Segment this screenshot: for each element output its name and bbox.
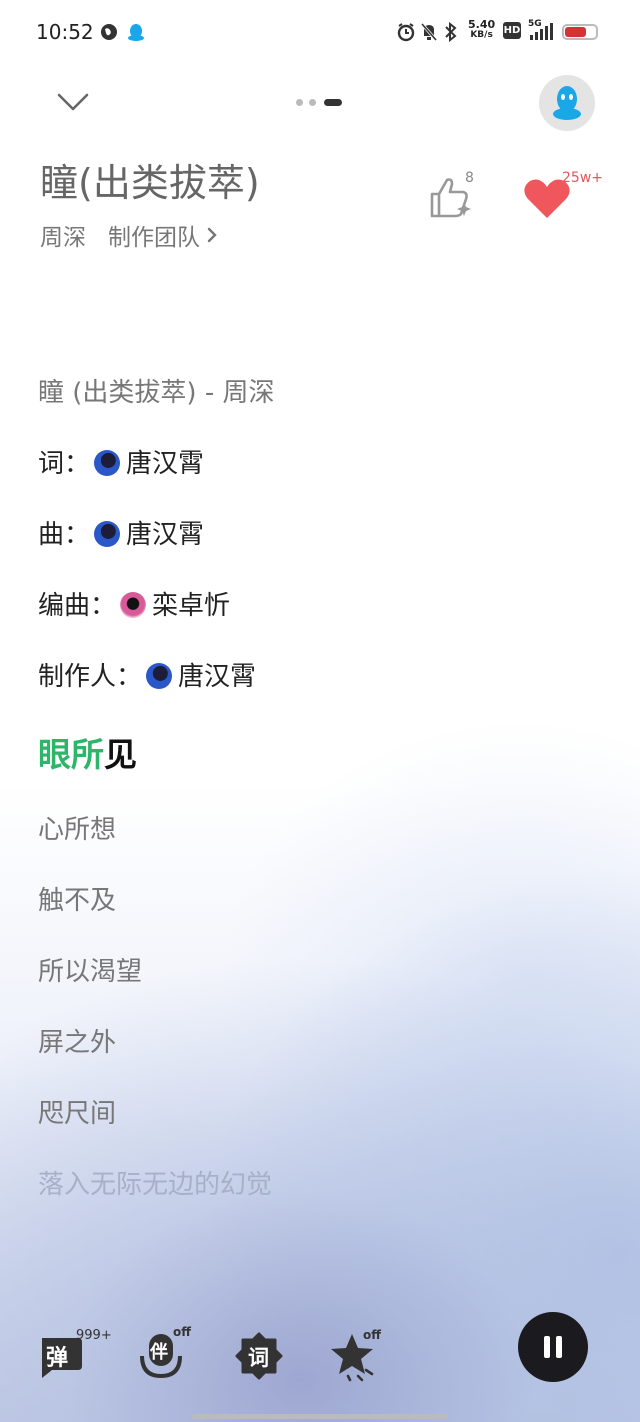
page-dot bbox=[296, 99, 303, 106]
lyric-line: 所以渴望 bbox=[38, 957, 143, 987]
current-lyric-line: 眼所见 bbox=[38, 728, 137, 776]
lyrics-tool-label: 词 bbox=[248, 1346, 269, 1370]
qq-avatar-button[interactable] bbox=[539, 75, 595, 131]
chevron-down-icon[interactable] bbox=[56, 88, 90, 116]
credit-label: 编曲： bbox=[38, 591, 117, 621]
credit-arranger: 编曲： 栾卓忻 bbox=[38, 585, 230, 622]
artist-row: 周深 制作团队 bbox=[40, 218, 218, 252]
battery-icon bbox=[562, 24, 598, 40]
network-speed-value: 5.40 bbox=[468, 18, 496, 31]
credit-lyricist: 词： 唐汉霄 bbox=[38, 443, 204, 480]
accompany-label: 伴 bbox=[150, 1342, 168, 1363]
lyric-line: 触不及 bbox=[38, 886, 117, 916]
credit-label: 制作人： bbox=[38, 662, 143, 692]
qq-penguin-icon bbox=[128, 24, 144, 41]
mute-bell-icon bbox=[420, 23, 438, 41]
lyric-line: 屏之外 bbox=[38, 1028, 117, 1058]
song-title: 瞳(出类拔萃) bbox=[40, 161, 260, 205]
network-speed-unit: KB/s bbox=[470, 30, 493, 40]
credit-label: 曲： bbox=[38, 520, 91, 550]
credit-name[interactable]: 唐汉霄 bbox=[126, 520, 204, 550]
credit-avatar[interactable] bbox=[146, 663, 173, 689]
favorite-count: 25w+ bbox=[562, 170, 603, 186]
page-dot bbox=[309, 99, 316, 106]
bluetooth-icon bbox=[445, 22, 457, 42]
pause-icon-bar bbox=[556, 1336, 562, 1358]
hd-badge: HD bbox=[503, 22, 521, 39]
page-indicator[interactable] bbox=[296, 99, 346, 107]
credit-label: 词： bbox=[38, 449, 91, 479]
pause-button[interactable] bbox=[518, 1312, 588, 1382]
credit-producer: 制作人： 唐汉霄 bbox=[38, 656, 256, 693]
status-bar: 10:52 5.40 KB/s HD 5G bbox=[0, 0, 640, 64]
battery-fill bbox=[565, 27, 586, 37]
accompany-button[interactable]: 伴 bbox=[138, 1332, 186, 1380]
accompany-state: off bbox=[173, 1325, 191, 1339]
credit-avatar[interactable] bbox=[94, 521, 121, 547]
lyric-line: 心所想 bbox=[38, 815, 117, 845]
danmaku-count: 999+ bbox=[76, 1328, 112, 1343]
alarm-icon bbox=[397, 23, 415, 42]
page-dot-active bbox=[324, 99, 342, 106]
credit-composer: 曲： 唐汉霄 bbox=[38, 514, 204, 551]
lyric-line: 咫尺间 bbox=[38, 1099, 117, 1129]
danmaku-label: 弹 bbox=[46, 1346, 69, 1371]
network-speed: 5.40 KB/s bbox=[468, 19, 495, 41]
pause-icon-bar bbox=[544, 1336, 550, 1358]
artist-name[interactable]: 周深 bbox=[40, 218, 86, 252]
like-count: 8 bbox=[465, 170, 474, 186]
credit-avatar[interactable] bbox=[94, 450, 121, 476]
production-team-link[interactable]: 制作团队 bbox=[108, 218, 200, 252]
credit-name[interactable]: 唐汉霄 bbox=[126, 449, 204, 479]
signal-5g-icon: 5G bbox=[528, 19, 554, 41]
current-lyric-rest: 见 bbox=[104, 735, 137, 774]
lyrics-header: 瞳 (出类拔萃) - 周深 bbox=[38, 378, 275, 408]
home-indicator[interactable] bbox=[192, 1414, 448, 1419]
credit-avatar[interactable] bbox=[120, 592, 147, 618]
effect-state: off bbox=[363, 1328, 381, 1342]
credit-name[interactable]: 栾卓忻 bbox=[152, 591, 230, 621]
globe-icon bbox=[101, 24, 117, 40]
qq-penguin-icon bbox=[553, 86, 581, 120]
current-lyric-sung: 眼所 bbox=[38, 735, 104, 774]
lyrics-poster-button[interactable]: 词 bbox=[235, 1332, 283, 1380]
chevron-right-icon[interactable] bbox=[206, 226, 218, 244]
signal-bars-icon bbox=[530, 23, 553, 40]
credit-name[interactable]: 唐汉霄 bbox=[178, 662, 256, 692]
status-time: 10:52 bbox=[36, 20, 94, 44]
lyric-line: 落入无际无边的幻觉 bbox=[38, 1170, 273, 1200]
